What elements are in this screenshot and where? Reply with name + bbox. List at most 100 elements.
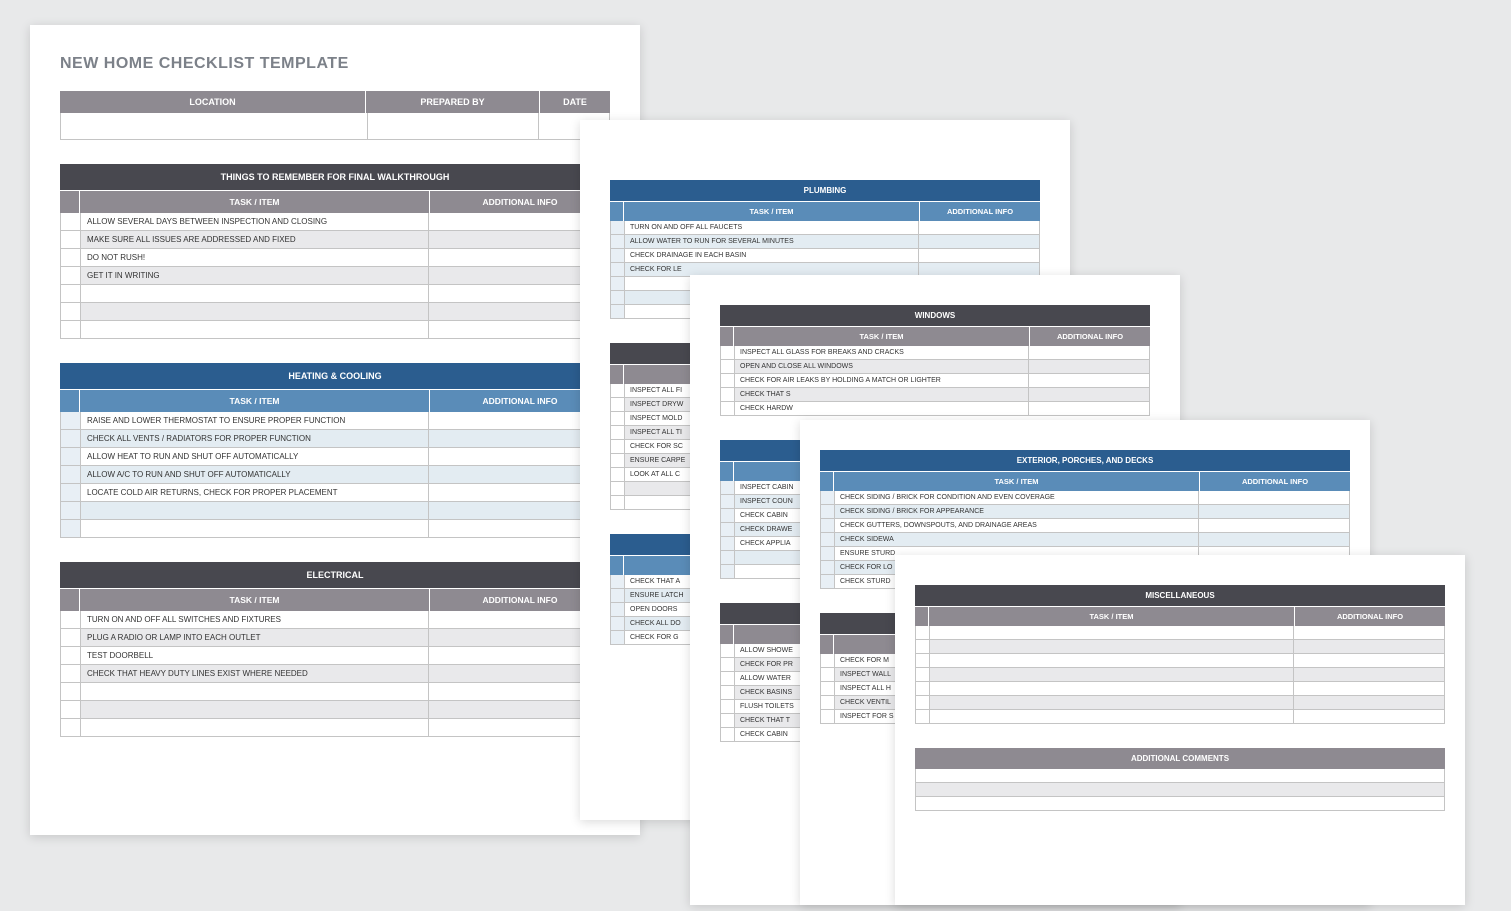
info-cell[interactable] [1294, 668, 1444, 681]
check-cell[interactable] [721, 523, 735, 536]
task-cell[interactable] [930, 626, 1294, 639]
check-cell[interactable] [611, 412, 625, 425]
check-cell[interactable] [61, 520, 81, 537]
check-cell[interactable] [821, 561, 835, 574]
check-cell[interactable] [821, 491, 835, 504]
check-cell[interactable] [61, 611, 81, 628]
info-cell[interactable] [1199, 491, 1349, 504]
check-cell[interactable] [821, 505, 835, 518]
check-cell[interactable] [721, 509, 735, 522]
check-cell[interactable] [61, 719, 81, 736]
check-cell[interactable] [61, 285, 81, 302]
info-cell[interactable] [1029, 346, 1149, 359]
info-cell[interactable] [1294, 696, 1444, 709]
check-cell[interactable] [61, 213, 81, 230]
check-cell[interactable] [916, 654, 930, 667]
info-cell[interactable] [1294, 640, 1444, 653]
check-cell[interactable] [611, 440, 625, 453]
check-cell[interactable] [721, 714, 735, 727]
info-cell[interactable] [1294, 710, 1444, 723]
check-cell[interactable] [61, 448, 81, 465]
check-cell[interactable] [821, 654, 835, 667]
check-cell[interactable] [721, 402, 735, 415]
check-cell[interactable] [821, 547, 835, 560]
check-cell[interactable] [61, 683, 81, 700]
comment-line[interactable] [916, 769, 1444, 782]
task-cell[interactable] [930, 710, 1294, 723]
check-cell[interactable] [611, 221, 625, 234]
task-cell[interactable] [81, 683, 429, 700]
check-cell[interactable] [61, 231, 81, 248]
info-cell[interactable] [1029, 402, 1149, 415]
check-cell[interactable] [611, 235, 625, 248]
info-cell[interactable] [1199, 533, 1349, 546]
check-cell[interactable] [611, 603, 625, 616]
task-cell[interactable] [930, 682, 1294, 695]
task-cell[interactable] [930, 668, 1294, 681]
check-cell[interactable] [61, 629, 81, 646]
check-cell[interactable] [721, 374, 735, 387]
comment-line[interactable] [916, 797, 1444, 810]
check-cell[interactable] [61, 249, 81, 266]
check-cell[interactable] [611, 305, 625, 318]
check-cell[interactable] [611, 277, 625, 290]
check-cell[interactable] [61, 321, 81, 338]
check-cell[interactable] [721, 388, 735, 401]
check-cell[interactable] [611, 263, 625, 276]
check-cell[interactable] [61, 430, 81, 447]
check-cell[interactable] [721, 360, 735, 373]
info-cell[interactable] [1294, 682, 1444, 695]
check-cell[interactable] [61, 502, 81, 519]
check-cell[interactable] [721, 551, 735, 564]
check-cell[interactable] [721, 658, 735, 671]
info-cell[interactable] [1294, 654, 1444, 667]
info-cell[interactable] [1029, 360, 1149, 373]
check-cell[interactable] [821, 682, 835, 695]
check-cell[interactable] [61, 484, 81, 501]
info-cell[interactable] [1029, 374, 1149, 387]
check-cell[interactable] [61, 701, 81, 718]
info-cell[interactable] [1029, 388, 1149, 401]
task-cell[interactable] [81, 285, 429, 302]
info-cell[interactable] [1199, 519, 1349, 532]
info-cell[interactable] [919, 235, 1039, 248]
check-cell[interactable] [611, 468, 625, 481]
check-cell[interactable] [916, 626, 930, 639]
check-cell[interactable] [721, 728, 735, 741]
check-cell[interactable] [821, 696, 835, 709]
check-cell[interactable] [916, 710, 930, 723]
task-cell[interactable] [81, 502, 429, 519]
check-cell[interactable] [721, 346, 735, 359]
check-cell[interactable] [821, 519, 835, 532]
check-cell[interactable] [916, 696, 930, 709]
check-cell[interactable] [611, 589, 625, 602]
check-cell[interactable] [61, 647, 81, 664]
check-cell[interactable] [721, 537, 735, 550]
check-cell[interactable] [821, 533, 835, 546]
check-cell[interactable] [61, 267, 81, 284]
info-cell[interactable] [1294, 626, 1444, 639]
check-cell[interactable] [721, 565, 735, 578]
check-cell[interactable] [611, 291, 625, 304]
check-cell[interactable] [721, 481, 735, 494]
check-cell[interactable] [611, 384, 625, 397]
check-cell[interactable] [611, 482, 625, 495]
info-cell[interactable] [1199, 505, 1349, 518]
check-cell[interactable] [721, 686, 735, 699]
task-cell[interactable] [81, 719, 429, 736]
comment-line[interactable] [916, 783, 1444, 796]
check-cell[interactable] [611, 496, 625, 509]
check-cell[interactable] [61, 303, 81, 320]
check-cell[interactable] [916, 640, 930, 653]
check-cell[interactable] [721, 700, 735, 713]
check-cell[interactable] [916, 682, 930, 695]
task-cell[interactable] [81, 321, 429, 338]
check-cell[interactable] [721, 644, 735, 657]
check-cell[interactable] [916, 668, 930, 681]
info-cell[interactable] [919, 221, 1039, 234]
check-cell[interactable] [721, 495, 735, 508]
check-cell[interactable] [821, 668, 835, 681]
task-cell[interactable] [81, 303, 429, 320]
task-cell[interactable] [930, 696, 1294, 709]
check-cell[interactable] [611, 631, 625, 644]
